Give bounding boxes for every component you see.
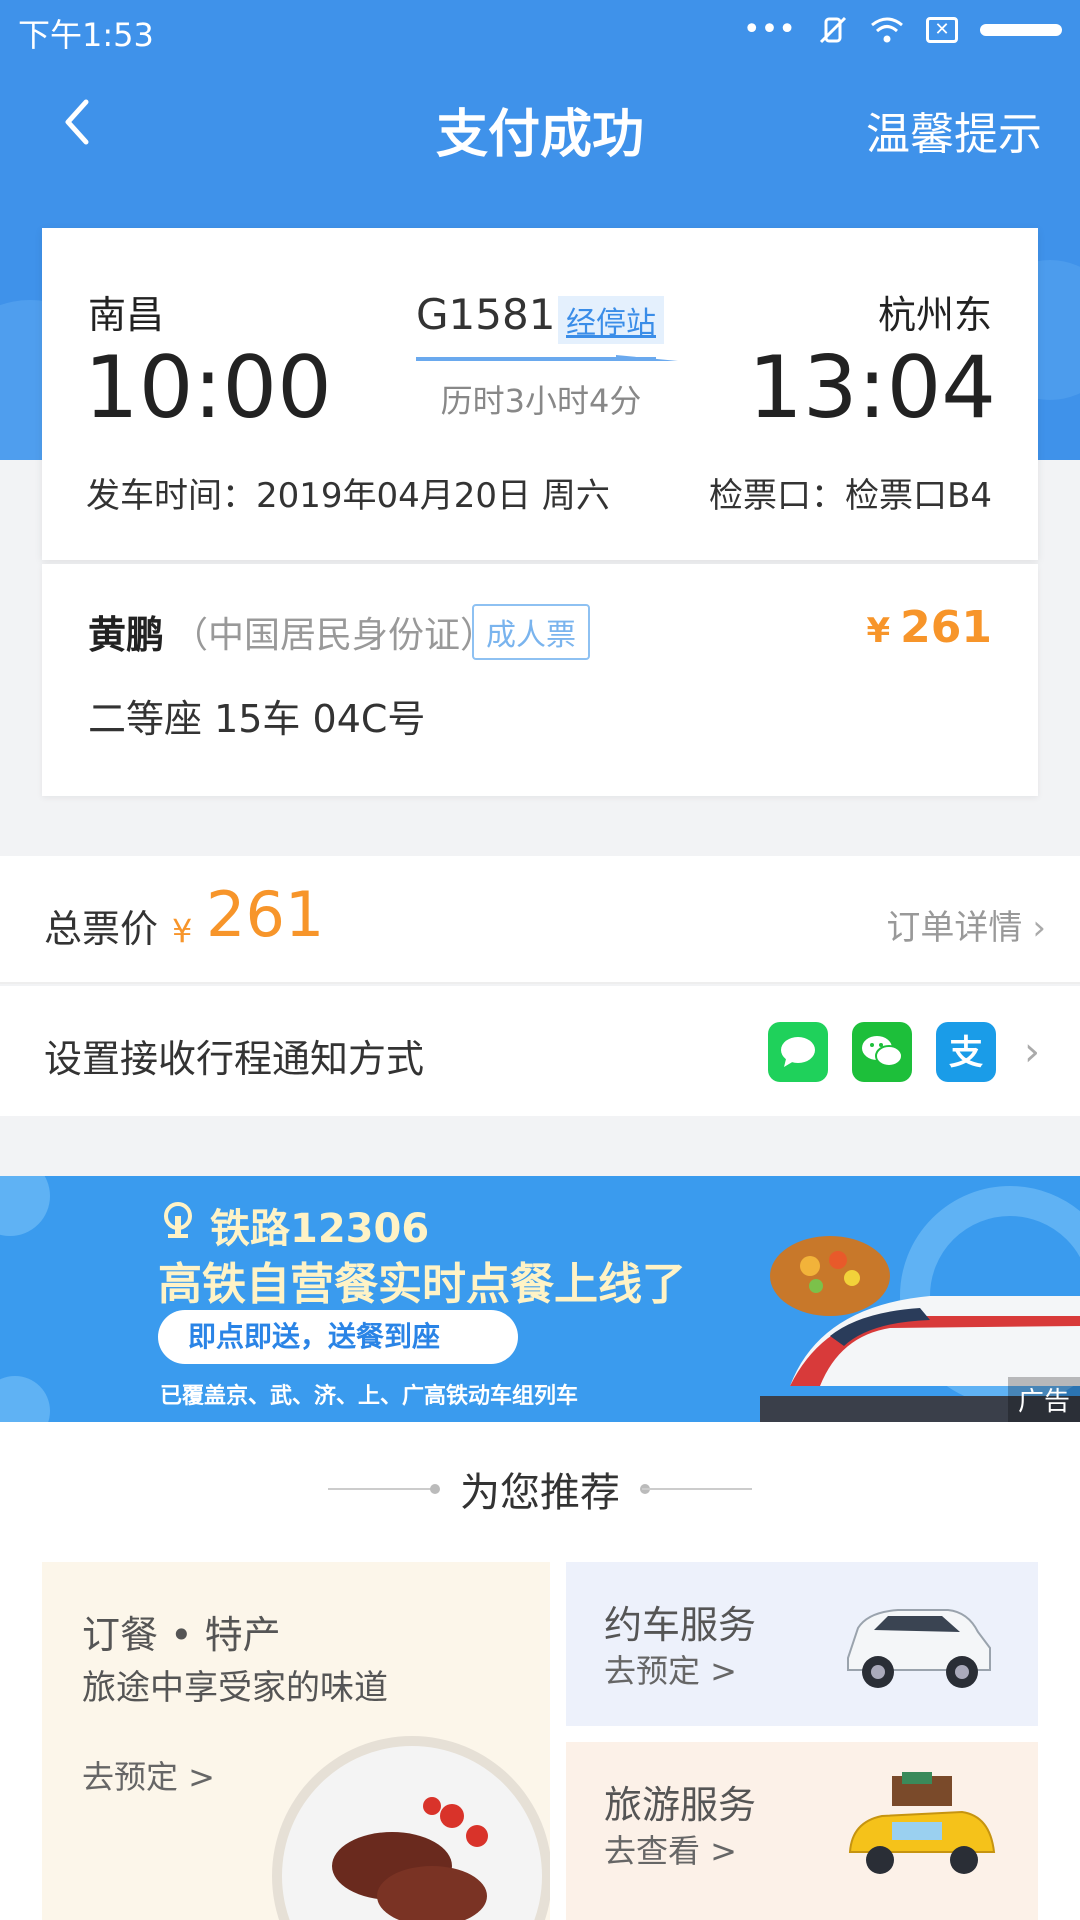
- ticket-card: 南昌 10:00 G1581 经停站 历时3小时4分 杭州东 13:04 发车时…: [42, 228, 1038, 560]
- recommend-title: 为您推荐: [460, 1470, 620, 1516]
- trip-duration: 历时3小时4分: [440, 382, 642, 420]
- promo-banner[interactable]: 铁路12306 高铁自营餐实时点餐上线了 即点即送，送餐到座 已覆盖京、武、济、…: [0, 1176, 1080, 1422]
- tips-button[interactable]: 温馨提示: [866, 98, 1042, 162]
- stops-link[interactable]: 经停站: [558, 296, 664, 344]
- car-icon: [847, 1609, 991, 1688]
- passenger-card: 黄鹏 （中国居民身份证） 成人票 ¥261 二等座 15车 04C号: [42, 564, 1038, 796]
- order-detail-label: 订单详情: [886, 908, 1023, 948]
- seat-info: 二等座 15车 04C号: [88, 697, 426, 741]
- banner-headline: 高铁自营餐实时点餐上线了: [158, 1259, 686, 1310]
- banner-pill: 即点即送，送餐到座: [158, 1310, 518, 1364]
- food-card-link: 去预定 >: [82, 1758, 215, 1796]
- recommend-section: 为您推荐 订餐 • 特产 旅途中享受家的味道 去预定 > 约车服务 去预定 > …: [0, 1422, 1080, 1920]
- passenger-price: ¥261: [866, 602, 992, 653]
- notify-settings-row[interactable]: 设置接收行程通知方式 支 ›: [0, 986, 1080, 1116]
- status-time: 下午1:53: [18, 16, 154, 54]
- tour-service-card[interactable]: 旅游服务 去查看 >: [566, 1742, 1038, 1920]
- banner-subtitle: 已覆盖京、武、济、上、广高铁动车组列车: [160, 1384, 579, 1409]
- tour-card-title: 旅游服务: [604, 1783, 757, 1827]
- sms-icon[interactable]: [768, 1022, 828, 1082]
- railway-logo-icon: [164, 1202, 192, 1238]
- mute-vibrate-icon: [819, 16, 847, 43]
- nav-bar: 支付成功 温馨提示: [0, 70, 1080, 180]
- arrival-time: 13:04: [748, 338, 996, 438]
- recommend-title-wrap: 为您推荐: [0, 1460, 1080, 1518]
- passenger-id-type: （中国居民身份证）: [172, 615, 497, 656]
- currency-symbol: ¥: [172, 912, 193, 950]
- train-number: G1581: [416, 290, 556, 339]
- chevron-right-icon: ›: [1024, 1029, 1040, 1075]
- status-bar: 下午1:53 ••• ✕: [0, 0, 1080, 60]
- total-label: 总票价: [44, 907, 159, 951]
- total-price-row: 总票价 ¥ 261 订单详情 ›: [0, 856, 1080, 984]
- status-icons: ••• ✕: [743, 12, 1062, 47]
- tour-card-link: 去查看 >: [604, 1832, 737, 1870]
- alipay-icon[interactable]: 支: [936, 1022, 996, 1082]
- notify-icons: 支 ›: [768, 1022, 1040, 1082]
- arrival-station: 杭州东: [877, 293, 992, 337]
- more-dots-icon: •••: [742, 12, 796, 47]
- wifi-icon: [871, 17, 903, 42]
- car-card-title: 约车服务: [604, 1603, 757, 1647]
- food-service-card[interactable]: 订餐 • 特产 旅途中享受家的味道 去预定 >: [42, 1562, 550, 1920]
- car-service-card[interactable]: 约车服务 去预定 >: [566, 1562, 1038, 1726]
- ticket-gate: 检票口：检票口B4: [709, 476, 992, 516]
- steak-plate-icon: [282, 1746, 542, 1920]
- food-card-subtitle: 旅途中享受家的味道: [82, 1668, 388, 1708]
- ticket-type-badge: 成人票: [472, 604, 590, 660]
- currency-symbol: ¥: [866, 611, 891, 651]
- banner-decoration: [0, 1176, 50, 1236]
- travel-car-icon: [848, 1772, 996, 1874]
- car-card-link: 去预定 >: [604, 1652, 737, 1690]
- departure-date: 发车时间：2019年04月20日 周六: [86, 476, 610, 516]
- food-card-title: 订餐 • 特产: [82, 1613, 281, 1657]
- departure-time: 10:00: [84, 338, 332, 438]
- banner-decoration: [0, 1376, 50, 1422]
- passenger-price-value: 261: [900, 602, 992, 653]
- departure-station: 南昌: [88, 293, 165, 337]
- battery-icon: [980, 23, 1062, 36]
- svg-text:支: 支: [949, 1033, 983, 1073]
- wechat-icon[interactable]: [852, 1022, 912, 1082]
- order-detail-link[interactable]: 订单详情 ›: [886, 900, 1046, 949]
- notify-label: 设置接收行程通知方式: [44, 1037, 425, 1081]
- sim-off-icon: ✕: [926, 16, 958, 43]
- ad-label: 广告: [1007, 1377, 1080, 1422]
- chevron-right-icon: ›: [1032, 908, 1046, 948]
- divider: [642, 1488, 752, 1490]
- passenger-name: 黄鹏: [88, 613, 165, 657]
- banner-brand: 铁路12306: [210, 1206, 430, 1252]
- route-arrow-icon: [416, 355, 678, 361]
- total-value: 261: [206, 878, 325, 951]
